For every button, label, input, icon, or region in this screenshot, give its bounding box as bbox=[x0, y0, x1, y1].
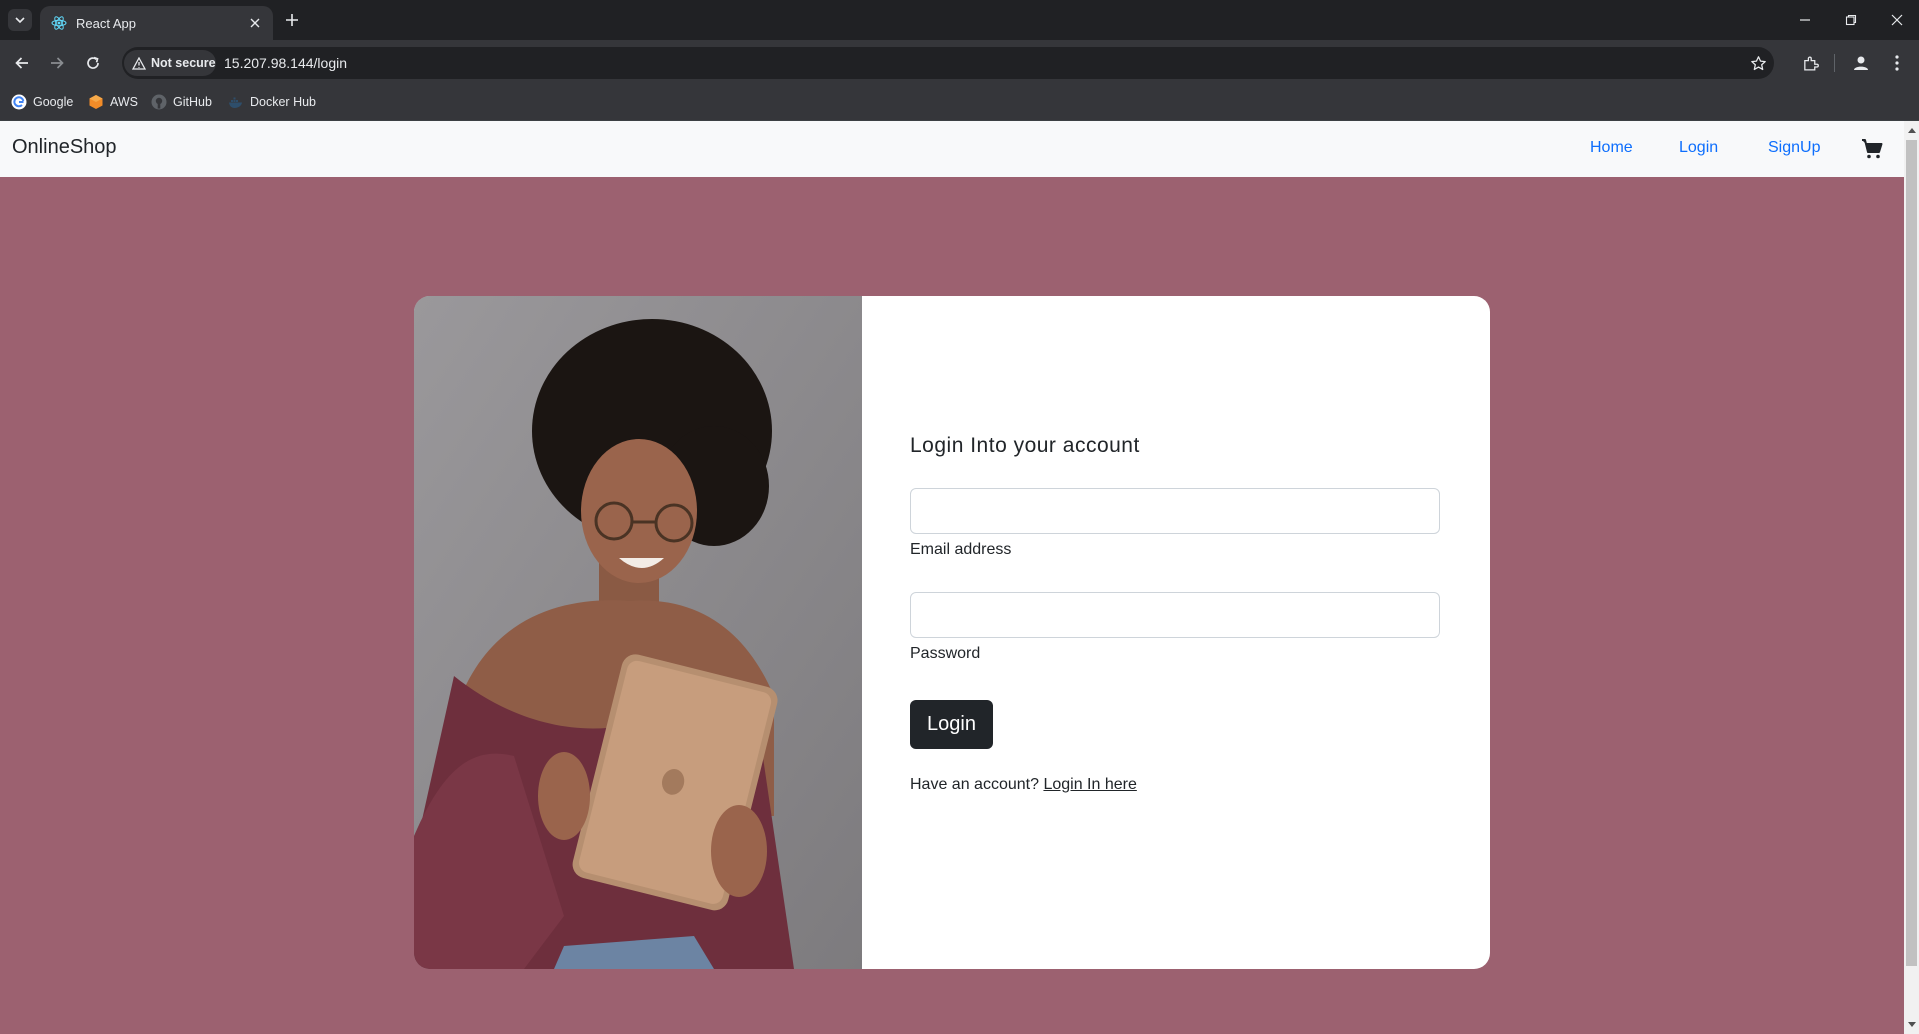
window-close-icon[interactable] bbox=[1885, 8, 1909, 32]
bookmark-google[interactable]: Google bbox=[11, 90, 73, 114]
close-icon[interactable] bbox=[245, 13, 265, 33]
browser-tab[interactable]: React App bbox=[40, 6, 273, 40]
scroll-up-icon[interactable] bbox=[1906, 124, 1917, 136]
nav-link-home[interactable]: Home bbox=[1590, 139, 1633, 157]
bookmark-github[interactable]: GitHub bbox=[151, 90, 212, 114]
account-prompt: Have an account? Login In here bbox=[910, 776, 1137, 794]
scrollbar-thumb[interactable] bbox=[1906, 140, 1917, 966]
login-heading: Login Into your account bbox=[910, 434, 1140, 457]
star-icon[interactable] bbox=[1745, 50, 1771, 76]
site-brand[interactable]: OnlineShop bbox=[12, 136, 117, 159]
bookmark-aws[interactable]: AWS bbox=[88, 90, 138, 114]
reload-icon[interactable] bbox=[80, 50, 106, 76]
password-label: Password bbox=[910, 645, 981, 662]
nav-link-signup[interactable]: SignUp bbox=[1768, 139, 1820, 157]
back-icon[interactable] bbox=[9, 50, 35, 76]
github-icon bbox=[151, 94, 167, 110]
more-icon[interactable] bbox=[1884, 50, 1910, 76]
extensions-icon[interactable] bbox=[1797, 50, 1823, 76]
nav-link-login[interactable]: Login bbox=[1679, 139, 1718, 157]
scroll-down-icon[interactable] bbox=[1906, 1018, 1917, 1030]
tab-title: React App bbox=[76, 15, 136, 31]
cart-icon[interactable] bbox=[1860, 137, 1884, 161]
account-prompt-text: Have an account? bbox=[910, 776, 1039, 793]
security-label: Not secure bbox=[151, 56, 216, 70]
login-card: Login Into your account Email address Pa… bbox=[414, 296, 1490, 969]
url-text[interactable]: 15.207.98.144/login bbox=[224, 55, 347, 71]
bookmark-label: AWS bbox=[110, 95, 139, 109]
bookmark-label: Google bbox=[33, 95, 74, 109]
tab-search-button[interactable] bbox=[8, 9, 32, 31]
restore-icon[interactable] bbox=[1839, 8, 1863, 32]
forward-icon[interactable] bbox=[44, 50, 70, 76]
google-icon bbox=[11, 94, 27, 110]
security-chip[interactable]: Not secure bbox=[124, 50, 216, 76]
address-bar[interactable] bbox=[122, 47, 1774, 79]
react-favicon-icon bbox=[50, 14, 68, 32]
new-tab-icon[interactable] bbox=[282, 10, 302, 30]
aws-icon bbox=[88, 94, 104, 110]
warning-icon bbox=[132, 56, 146, 70]
login-button[interactable]: Login bbox=[910, 700, 993, 749]
docker-icon bbox=[228, 94, 244, 110]
email-label: Email address bbox=[910, 541, 1012, 558]
bookmark-docker-hub[interactable]: Docker Hub bbox=[228, 90, 316, 114]
login-link[interactable]: Login In here bbox=[1043, 776, 1136, 793]
chevron-down-icon bbox=[15, 17, 25, 24]
toolbar-separator bbox=[1834, 54, 1835, 72]
minimize-icon[interactable] bbox=[1793, 8, 1817, 32]
bookmark-label: Docker Hub bbox=[250, 95, 316, 109]
login-photo bbox=[414, 296, 862, 969]
profile-icon[interactable] bbox=[1848, 50, 1874, 76]
password-input[interactable] bbox=[910, 592, 1440, 638]
email-input[interactable] bbox=[910, 488, 1440, 534]
bookmark-label: GitHub bbox=[173, 95, 212, 109]
